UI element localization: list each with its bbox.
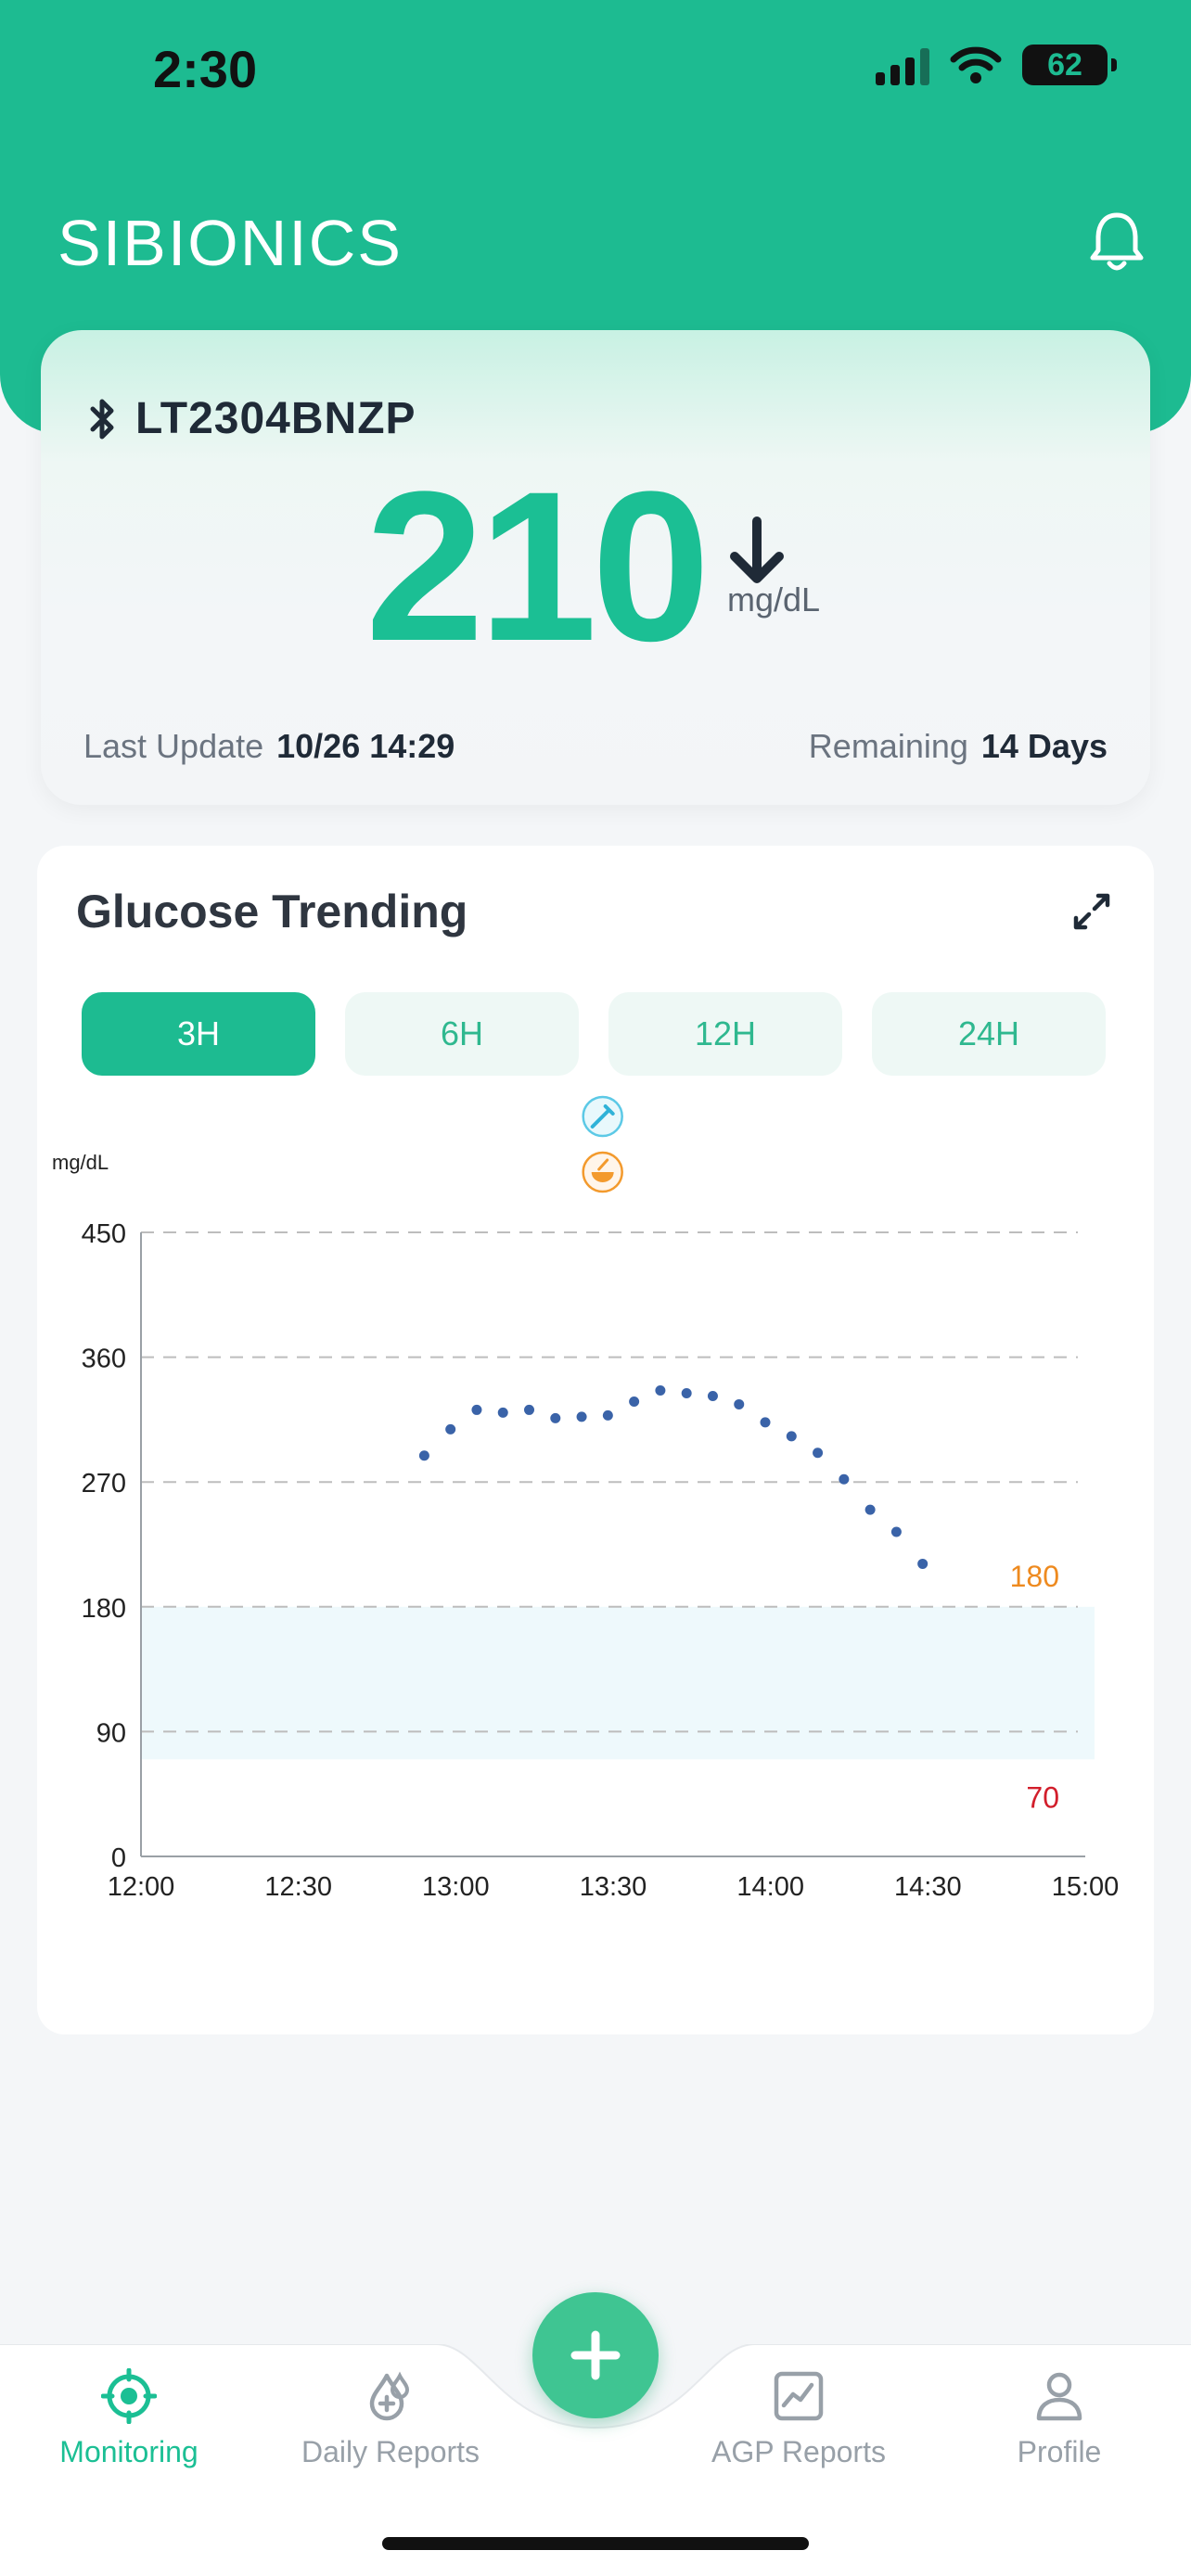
- glucose-point: [445, 1423, 456, 1435]
- glucose-trend-card: Glucose Trending 3H 6H 12H 24H mg/dL 0 90…: [37, 846, 1154, 2034]
- glucose-point: [524, 1404, 535, 1415]
- y-tick-label: 180: [82, 1594, 126, 1624]
- nav-label-monitoring: Monitoring: [59, 2435, 198, 2468]
- bluetooth-icon: [90, 399, 114, 439]
- glucose-point: [890, 1526, 902, 1537]
- trend-down-arrow-icon: [730, 516, 784, 583]
- x-tick-label: 12:30: [264, 1872, 332, 1902]
- glucose-point: [497, 1407, 508, 1418]
- x-tick-label: 14:00: [736, 1872, 804, 1902]
- glucose-point: [655, 1384, 666, 1396]
- x-tick-label: 12:00: [108, 1872, 175, 1902]
- target-high-label: 180: [1010, 1560, 1059, 1593]
- glucose-unit: mg/dL: [727, 580, 821, 618]
- glucose-point: [734, 1398, 745, 1409]
- brand-logo: SIBIONICS: [58, 207, 403, 279]
- x-tick-label: 14:30: [894, 1872, 962, 1902]
- notification-bell-icon[interactable]: [1087, 210, 1146, 274]
- status-time: 2:30: [153, 40, 258, 98]
- y-tick-label: 270: [82, 1469, 126, 1498]
- glucose-point: [813, 1447, 824, 1459]
- y-axis-label: mg/dL: [52, 1151, 109, 1174]
- remaining-value: 14 Days: [980, 727, 1108, 765]
- remaining-label: Remaining: [808, 727, 968, 765]
- glucose-value: 210: [365, 447, 711, 685]
- battery-icon: 62: [1022, 45, 1117, 85]
- glucose-point: [917, 1558, 928, 1569]
- glucose-point: [760, 1417, 771, 1428]
- x-tick-label: 13:00: [422, 1872, 490, 1902]
- glucose-point: [629, 1396, 640, 1407]
- target-monitor-icon: [101, 2368, 157, 2424]
- user-icon: [1036, 2372, 1082, 2421]
- y-tick-label: 450: [82, 1219, 126, 1249]
- glucose-point: [707, 1390, 718, 1401]
- nav-label-agp-reports: AGP Reports: [711, 2435, 886, 2468]
- glucose-point: [576, 1411, 587, 1422]
- target-low-label: 70: [1026, 1780, 1059, 1814]
- glucose-point: [839, 1473, 850, 1485]
- nav-label-daily-reports: Daily Reports: [301, 2435, 480, 2468]
- drop-plus-icon: [369, 2371, 410, 2421]
- glucose-point: [864, 1504, 876, 1515]
- device-id: LT2304BNZP: [135, 394, 416, 443]
- glucose-point: [550, 1412, 561, 1423]
- glucose-point: [418, 1450, 429, 1461]
- glucose-point: [602, 1409, 613, 1421]
- y-tick-label: 360: [82, 1345, 126, 1374]
- sensor-remaining: Remaining 14 Days: [809, 727, 1108, 766]
- nav-label-profile: Profile: [1017, 2435, 1102, 2468]
- last-update-label: Last Update: [83, 727, 264, 765]
- reading-card: LT2304BNZP 210 mg/dL Last Update 10/26 14…: [41, 330, 1150, 805]
- insulin-pen-icon[interactable]: [582, 1095, 623, 1138]
- last-update: Last Update 10/26 14:29: [83, 727, 455, 766]
- chart-report-icon: [774, 2371, 824, 2421]
- glucose-point: [471, 1404, 482, 1415]
- status-icons: 62: [876, 45, 1117, 85]
- y-tick-label: 0: [111, 1843, 126, 1873]
- x-tick-label: 15:00: [1052, 1872, 1120, 1902]
- glucose-point: [786, 1431, 797, 1442]
- wifi-icon: [950, 46, 1002, 83]
- plus-icon: [570, 2330, 621, 2380]
- glucose-trend-chart: mg/dL 0 90 180 270 360 450 12:00 12:30 13:00 13:…: [52, 1095, 1120, 1902]
- x-tick-label: 13:30: [580, 1872, 647, 1902]
- last-update-value: 10/26 14:29: [276, 727, 455, 765]
- device-row: LT2304BNZP: [87, 393, 416, 444]
- cellular-signal-icon: [876, 45, 929, 85]
- nav-profile[interactable]: Profile: [948, 2368, 1171, 2469]
- home-indicator[interactable]: [382, 2537, 809, 2550]
- glucose-point: [681, 1387, 692, 1398]
- nav-daily-reports[interactable]: Daily Reports: [279, 2368, 502, 2469]
- add-record-button[interactable]: [532, 2292, 659, 2418]
- battery-level: 62: [1047, 46, 1082, 83]
- nav-agp-reports[interactable]: AGP Reports: [687, 2368, 910, 2469]
- y-tick-label: 90: [96, 1718, 126, 1748]
- meal-bowl-icon[interactable]: [582, 1151, 623, 1193]
- nav-monitoring[interactable]: Monitoring: [18, 2368, 240, 2469]
- target-range-band: [141, 1606, 1095, 1760]
